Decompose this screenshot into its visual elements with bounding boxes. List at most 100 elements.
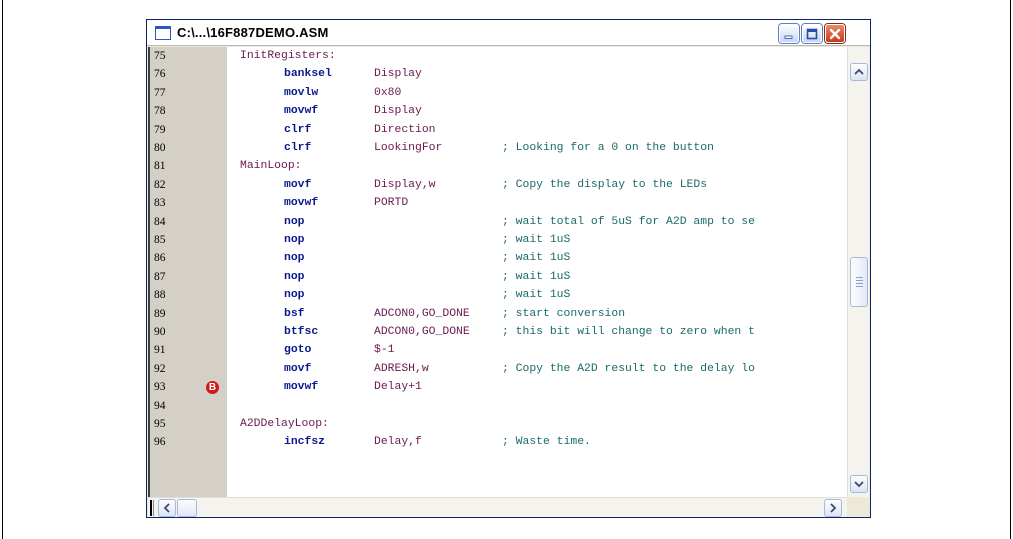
code-instruction: clrf (284, 123, 312, 136)
code-line[interactable]: 91 goto $-1 (148, 341, 847, 359)
code-operand: $-1 (374, 344, 395, 357)
scroll-down-button[interactable] (850, 475, 868, 493)
minimize-button[interactable] (779, 24, 799, 43)
code-line[interactable]: 77 movlw 0x80 (148, 84, 847, 102)
code-line[interactable]: 79 clrf Direction (148, 121, 847, 139)
line-number: 86 (154, 252, 166, 265)
code-instruction: goto (284, 344, 312, 357)
code-comment: ; wait 1uS (502, 252, 571, 265)
code-line[interactable]: 93 Bmovwf Delay+1 (148, 378, 847, 396)
line-number: 79 (154, 123, 166, 136)
code-instruction: movwf (284, 105, 319, 118)
code-instruction: nop (284, 215, 305, 228)
line-number: 84 (154, 215, 166, 228)
code-instruction: bsf (284, 307, 305, 320)
code-operand: 0x80 (374, 86, 402, 99)
code-line[interactable]: 89 bsf ADCON0,GO_DONE ; start conversion (148, 305, 847, 323)
code-line[interactable]: 83 movwf PORTD (148, 194, 847, 212)
line-number: 93 (154, 381, 166, 394)
code-operand: Delay,f (374, 436, 422, 449)
code-operand: LookingFor (374, 142, 443, 154)
editor-window: C:\...\16F887DEMO.ASM 75 InitRegisters: 76… (146, 19, 871, 518)
code-instruction: movwf (284, 381, 319, 394)
chevron-left-icon (163, 503, 170, 513)
code-operand: Display (374, 105, 422, 118)
line-number: 83 (154, 197, 166, 210)
code-line[interactable]: 94 (148, 397, 847, 415)
title-bar[interactable]: C:\...\16F887DEMO.ASM (147, 20, 870, 46)
code-comment: ; Copy the A2D result to the delay lo (502, 362, 755, 375)
code-operand: PORTD (374, 197, 409, 210)
vertical-scrollbar[interactable] (847, 47, 869, 497)
code-line[interactable]: 85 nop ; wait 1uS (148, 231, 847, 249)
code-comment: ; start conversion (502, 307, 626, 320)
maximize-icon (806, 28, 818, 40)
code-line[interactable]: 76 banksel Display (148, 65, 847, 83)
line-number: 96 (154, 436, 166, 449)
code-line[interactable]: 75 InitRegisters: (148, 47, 847, 65)
code-line[interactable]: 88 nop ; wait 1uS (148, 286, 847, 304)
code-instruction: banksel (284, 68, 332, 81)
line-number: 76 (154, 68, 166, 81)
code-label: MainLoop: (240, 160, 302, 173)
code-line[interactable]: 80 clrf LookingFor ; Looking for a 0 on the… (148, 139, 847, 157)
scroll-left-button[interactable] (158, 499, 176, 517)
code-instruction: movf (284, 178, 312, 191)
window-title: C:\...\16F887DEMO.ASM (177, 25, 329, 40)
scroll-right-button[interactable] (824, 499, 842, 517)
code-comment: ; Looking for a 0 on the button (502, 142, 714, 154)
code-line[interactable]: 86 nop ; wait 1uS (148, 249, 847, 267)
code-line[interactable]: 84 nop ; wait total of 5uS for A2D amp to … (148, 213, 847, 231)
code-instruction: nop (284, 252, 305, 265)
code-instruction: btfsc (284, 326, 319, 338)
breakpoint-icon[interactable]: B (206, 381, 219, 395)
line-number: 95 (154, 418, 166, 430)
code-line[interactable]: 95 A2DDelayLoop: (148, 415, 847, 433)
code-comment: ; wait 1uS (502, 270, 571, 283)
line-number: 80 (154, 142, 166, 154)
line-number: 89 (154, 307, 166, 320)
maximize-button[interactable] (802, 24, 822, 43)
code-label: InitRegisters: (240, 50, 336, 62)
code-operand: Delay+1 (374, 381, 422, 394)
line-number: 81 (154, 160, 166, 173)
code-operand: Direction (374, 123, 436, 136)
chevron-up-icon (854, 68, 864, 75)
scrollbar-corner (847, 497, 869, 517)
chevron-down-icon (854, 481, 864, 488)
code-line[interactable]: 82 movf Display,w ; Copy the display to the… (148, 176, 847, 194)
window-icon (155, 26, 171, 40)
code-line[interactable]: 90 btfsc ADCON0,GO_DONE ; this bit will cha… (148, 323, 847, 341)
line-number: 91 (154, 344, 166, 357)
code-line[interactable]: 78 movwf Display (148, 102, 847, 120)
code-comment: ; wait total of 5uS for A2D amp to se (502, 215, 755, 228)
line-number: 75 (154, 50, 166, 62)
code-editor[interactable]: 75 InitRegisters: 76 banksel Display 77 movlw 0… (148, 47, 847, 497)
split-gripper[interactable] (150, 500, 154, 516)
minimize-icon (784, 35, 793, 39)
code-operand: Display (374, 68, 422, 81)
horizontal-scrollbar[interactable] (148, 497, 847, 517)
code-comment: ; Waste time. (502, 436, 591, 449)
line-number: 94 (154, 399, 166, 412)
line-number: 92 (154, 362, 166, 375)
code-instruction: nop (284, 270, 305, 283)
code-operand: Display,w (374, 178, 436, 191)
horizontal-scroll-thumb[interactable] (177, 499, 197, 517)
line-number: 85 (154, 234, 166, 246)
line-number: 87 (154, 270, 166, 283)
line-number: 82 (154, 178, 166, 191)
line-number: 90 (154, 326, 166, 338)
line-number: 88 (154, 289, 166, 302)
code-comment: ; wait 1uS (502, 234, 571, 246)
vertical-scroll-thumb[interactable] (850, 257, 868, 307)
code-operand: ADRESH,w (374, 362, 429, 375)
close-button[interactable] (825, 24, 845, 43)
code-line[interactable]: 87 nop ; wait 1uS (148, 268, 847, 286)
scroll-up-button[interactable] (850, 63, 868, 81)
code-instruction: movlw (284, 86, 319, 99)
code-line[interactable]: 92 movf ADRESH,w ; Copy the A2D result to t… (148, 360, 847, 378)
code-line[interactable]: 81 MainLoop: (148, 157, 847, 175)
code-line[interactable]: 96 incfsz Delay,f ; Waste time. (148, 433, 847, 451)
code-instruction: nop (284, 289, 305, 302)
